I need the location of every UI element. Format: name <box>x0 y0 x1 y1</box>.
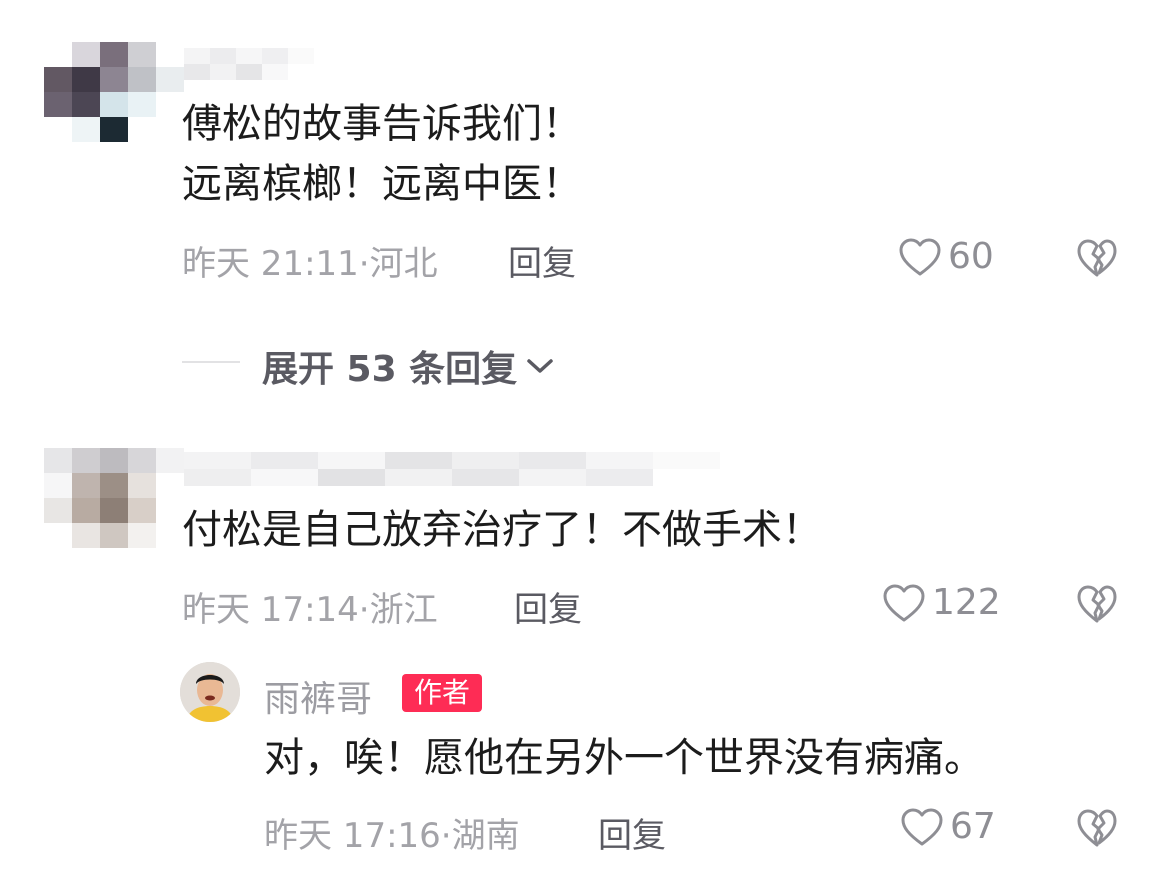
dislike-button[interactable] <box>1076 584 1118 628</box>
reply-text: 对，唉！愿他在另外一个世界没有病痛。 <box>264 735 984 781</box>
dislike-button[interactable] <box>1076 808 1118 852</box>
meta-separator: · <box>440 816 452 856</box>
username-censored[interactable] <box>184 452 720 486</box>
comment-time: 昨天 21:11 <box>182 244 359 284</box>
reply-time: 昨天 17:16 <box>264 816 441 856</box>
chevron-down-icon <box>527 359 553 373</box>
avatar[interactable] <box>44 42 184 142</box>
meta-separator: · <box>358 244 370 284</box>
comment-text-line-2: 远离槟榔！远离中医！ <box>182 161 582 207</box>
broken-heart-icon <box>1077 239 1117 277</box>
like-button[interactable]: 122 <box>882 582 1001 623</box>
reply-meta: 昨天 17:16·湖南 <box>264 808 520 857</box>
comment-time: 昨天 17:14 <box>182 590 359 630</box>
divider-line <box>182 361 240 363</box>
heart-outline-icon <box>883 584 925 621</box>
broken-heart-icon <box>1077 585 1117 623</box>
avatar-portrait-icon <box>180 662 240 722</box>
reply-location: 湖南 <box>451 816 520 856</box>
like-button[interactable]: 67 <box>900 806 996 847</box>
like-button[interactable]: 60 <box>898 236 994 277</box>
comment-text-line-1: 付松是自己放弃治疗了！不做手术！ <box>182 507 822 553</box>
comment-meta: 昨天 17:14·浙江 <box>182 582 438 631</box>
comment-text-line-1: 傅松的故事告诉我们！ <box>182 101 582 147</box>
reply-button[interactable]: 回复 <box>508 236 576 285</box>
expand-replies-button[interactable]: 展开 53 条回复 <box>262 340 555 392</box>
reply-button[interactable]: 回复 <box>598 808 666 857</box>
author-badge: 作者 <box>402 674 483 712</box>
reply-username[interactable]: 雨裤哥 <box>264 670 372 722</box>
expand-replies-label: 展开 53 条回复 <box>262 349 518 390</box>
like-count: 60 <box>948 236 994 277</box>
comment-meta: 昨天 21:11·河北 <box>182 236 438 285</box>
avatar[interactable] <box>44 448 184 548</box>
reply-button[interactable]: 回复 <box>514 582 582 631</box>
like-count: 67 <box>950 806 996 847</box>
avatar[interactable] <box>180 662 240 722</box>
meta-separator: · <box>358 590 370 630</box>
dislike-button[interactable] <box>1076 238 1118 282</box>
comment-location: 浙江 <box>369 590 438 630</box>
like-count: 122 <box>932 582 1001 623</box>
username-censored[interactable] <box>184 48 314 80</box>
comment-location: 河北 <box>369 244 438 284</box>
broken-heart-icon <box>1077 809 1117 847</box>
heart-outline-icon <box>899 238 941 275</box>
heart-outline-icon <box>901 808 943 845</box>
